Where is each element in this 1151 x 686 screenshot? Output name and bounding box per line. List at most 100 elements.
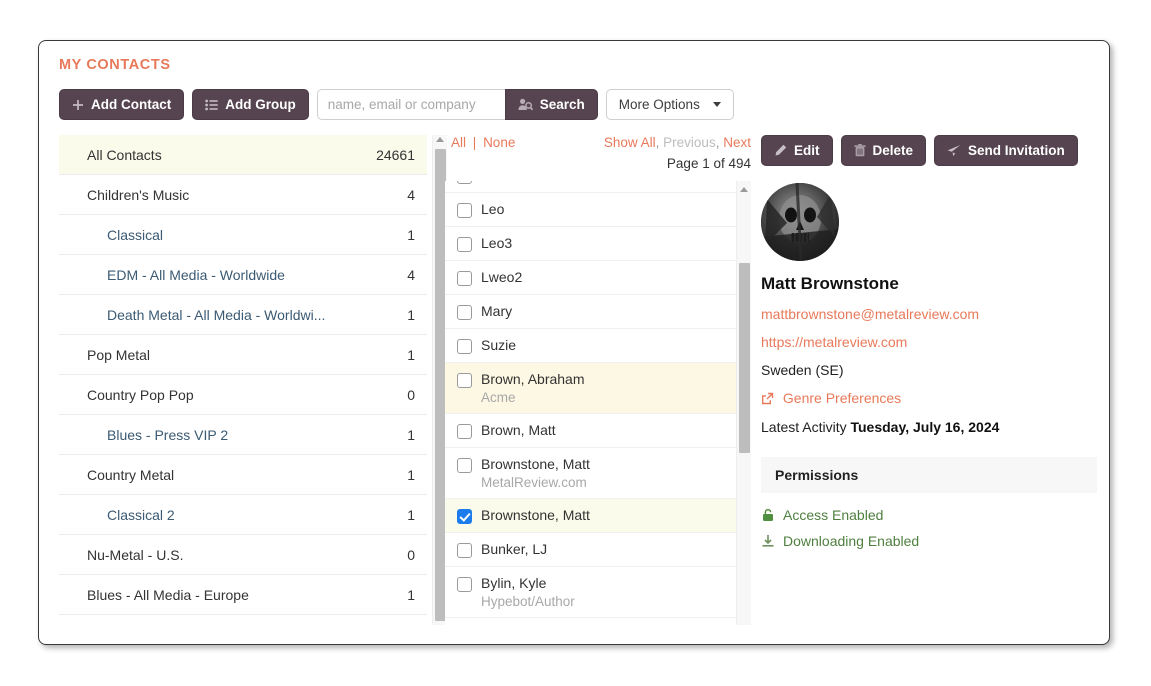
contacts-list-header: All | None Show All, Previous, Next Page… (445, 135, 751, 181)
contact-checkbox[interactable] (457, 509, 472, 524)
send-invitation-button[interactable]: Send Invitation (934, 135, 1078, 166)
contact-row[interactable]: Karen (445, 181, 751, 193)
search-input[interactable] (316, 89, 505, 120)
latest-activity-label: Latest Activity (761, 419, 847, 435)
contact-checkbox[interactable] (457, 339, 472, 354)
group-row[interactable]: Blues - Press VIP 2 1 (59, 415, 427, 455)
group-row[interactable]: EDM - All Media - Worldwide 4 (59, 255, 427, 295)
add-contact-button[interactable]: Add Contact (59, 89, 185, 120)
selection-divider: | (472, 135, 477, 150)
chevron-down-icon (712, 102, 721, 107)
add-group-label: Add Group (225, 97, 296, 112)
contact-checkbox[interactable] (457, 237, 472, 252)
contact-checkbox[interactable] (457, 181, 472, 184)
contacts-scrollbar[interactable] (736, 181, 751, 625)
contact-row[interactable]: Suzie (445, 329, 751, 363)
contacts-list-scroll[interactable]: Karen Leo Leo3 Lweo2 Mary Suzie Brown, Abraham… (445, 181, 751, 625)
contact-name-label: Brownstone, Matt (481, 507, 590, 523)
permissions-list: Access Enabled Downloading Enabled (761, 507, 1097, 549)
contact-row[interactable]: Brownstone, Matt (445, 499, 751, 533)
contact-detail-panel: Edit Delete Send Invitation Matt Brownst… (761, 135, 1097, 625)
contact-text: Brownstone, Matt MetalReview.com (481, 456, 590, 490)
group-count: 0 (407, 386, 415, 403)
contact-website[interactable]: https://metalreview.com (761, 334, 1097, 350)
group-row[interactable]: Country Pop Pop 0 (59, 375, 427, 415)
contact-checkbox[interactable] (457, 458, 472, 473)
group-row[interactable]: Classical 1 (59, 215, 427, 255)
contact-name-label: Leo3 (481, 235, 513, 251)
group-label: Country Pop Pop (87, 386, 194, 403)
contact-name-label: Lweo2 (481, 269, 523, 285)
select-none-link[interactable]: None (483, 135, 515, 150)
contacts-scroll-thumb[interactable] (739, 263, 750, 453)
permissions-title: Permissions (761, 457, 1097, 493)
contact-name-label: Leo (481, 201, 505, 217)
group-label: Country Metal (87, 466, 175, 483)
more-options-button[interactable]: More Options (605, 89, 734, 120)
delete-button[interactable]: Delete (840, 135, 927, 166)
contact-text: Suzie (481, 337, 516, 353)
contact-row[interactable]: Lweo2 (445, 261, 751, 295)
contact-name-label: Brown, Matt (481, 422, 556, 438)
contact-row[interactable]: Leo3 (445, 227, 751, 261)
contact-checkbox[interactable] (457, 373, 472, 388)
contact-checkbox[interactable] (457, 424, 472, 439)
group-count: 4 (407, 186, 415, 203)
trash-icon (853, 144, 866, 157)
list-icon (205, 99, 218, 111)
group-count: 1 (407, 306, 415, 323)
contact-checkbox[interactable] (457, 577, 472, 592)
unlock-icon (761, 508, 775, 522)
contact-row[interactable]: Brown, Matt (445, 414, 751, 448)
scroll-up-icon[interactable] (436, 137, 444, 142)
group-label: EDM - All Media - Worldwide (107, 266, 285, 283)
contacts-card: MY CONTACTS Add Contact Add Group name, … (38, 40, 1110, 645)
contact-row[interactable]: Bunker, LJ (445, 533, 751, 567)
group-row[interactable]: Blues - All Media - Europe 1 (59, 575, 427, 615)
group-row[interactable]: Pop Metal 1 (59, 335, 427, 375)
contact-row[interactable]: Mary (445, 295, 751, 329)
contact-row[interactable]: Leo (445, 193, 751, 227)
contact-text: Mary (481, 303, 512, 319)
contact-checkbox[interactable] (457, 271, 472, 286)
group-row[interactable]: Nu-Metal - U.S. 0 (59, 535, 427, 575)
group-count: 1 (407, 346, 415, 363)
contact-row[interactable]: Bylin, Kyle Hypebot/Author (445, 567, 751, 618)
add-group-button[interactable]: Add Group (192, 89, 309, 120)
group-row[interactable]: Classical 2 1 (59, 495, 427, 535)
next-link[interactable]: Next (723, 135, 751, 150)
contact-row[interactable]: Brownstone, Matt MetalReview.com (445, 448, 751, 499)
group-count: 1 (407, 226, 415, 243)
groups-list[interactable]: All Contacts 24661 Children's Music 4 Classi… (59, 135, 427, 625)
scroll-up-icon[interactable] (740, 187, 748, 192)
search-person-icon (518, 98, 533, 111)
contact-email[interactable]: mattbrownstone@metalreview.com (761, 306, 1097, 322)
groups-panel: All Contacts 24661 Children's Music 4 Classi… (59, 135, 447, 625)
group-label: Blues - Press VIP 2 (107, 426, 229, 443)
group-row[interactable]: All Contacts 24661 (59, 135, 427, 175)
genre-preferences-link[interactable]: Genre Preferences (761, 390, 1097, 406)
contact-checkbox[interactable] (457, 305, 472, 320)
search-button[interactable]: Search (504, 89, 598, 120)
contact-checkbox[interactable] (457, 543, 472, 558)
delete-label: Delete (872, 143, 914, 158)
edit-button[interactable]: Edit (761, 135, 833, 166)
group-label: Classical (107, 226, 164, 243)
group-row[interactable]: Children's Music 4 (59, 175, 427, 215)
group-label: Classical 2 (107, 506, 175, 523)
group-count: 0 (407, 546, 415, 563)
group-row[interactable]: Nu-Metal 6662 (59, 615, 427, 625)
group-row[interactable]: Death Metal - All Media - Worldwi... 1 (59, 295, 427, 335)
permission-row: Downloading Enabled (761, 533, 1097, 549)
contact-row[interactable]: Brown, Abraham Acme (445, 363, 751, 414)
detail-actions: Edit Delete Send Invitation (761, 135, 1097, 166)
group-count: 4 (407, 266, 415, 283)
previous-link: Previous (663, 135, 716, 150)
group-count: 1 (407, 426, 415, 443)
show-all-link[interactable]: Show All (604, 135, 656, 150)
select-all-link[interactable]: All (451, 135, 466, 150)
group-row[interactable]: Country Metal 1 (59, 455, 427, 495)
contact-name-label: Bylin, Kyle (481, 575, 547, 591)
contact-checkbox[interactable] (457, 203, 472, 218)
contact-company-label: Acme (481, 390, 516, 405)
